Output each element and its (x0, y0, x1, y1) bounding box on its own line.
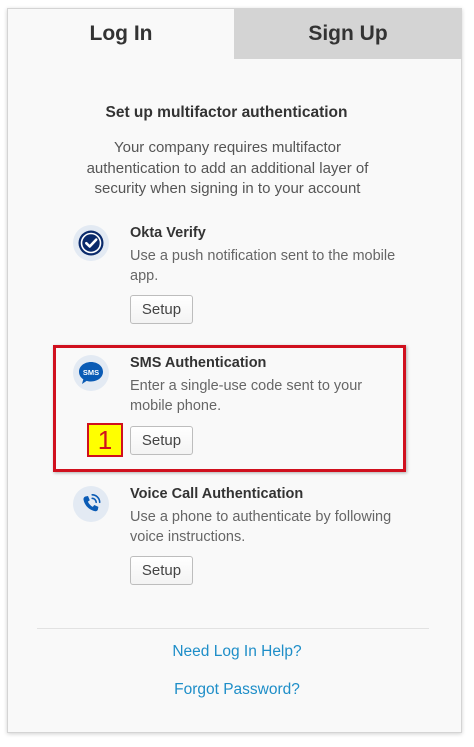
divider (37, 628, 429, 629)
tab-sign-up[interactable]: Sign Up (235, 9, 461, 59)
forgot-password-link[interactable]: Forgot Password? (0, 681, 474, 699)
page-title: Set up multifactor authentication (105, 104, 348, 121)
need-login-help-link[interactable]: Need Log In Help? (0, 643, 474, 661)
mfa-description: Your company requires multifactor authen… (86, 139, 369, 197)
factor-name: Voice Call Authentication (130, 486, 304, 502)
factor-name: Okta Verify (130, 225, 206, 241)
step-number-badge: 1 (87, 423, 123, 457)
auth-tabs: Log In Sign Up (8, 9, 461, 59)
voice-call-setup-button[interactable]: Setup (130, 556, 193, 585)
okta-verify-setup-button[interactable]: Setup (130, 295, 193, 324)
phone-call-icon (73, 486, 109, 522)
factor-description: Use a push notification sent to the mobi… (130, 248, 396, 284)
okta-verify-icon (73, 225, 109, 261)
tab-log-in[interactable]: Log In (8, 9, 235, 59)
factor-description: Use a phone to authenticate by following… (130, 509, 392, 545)
